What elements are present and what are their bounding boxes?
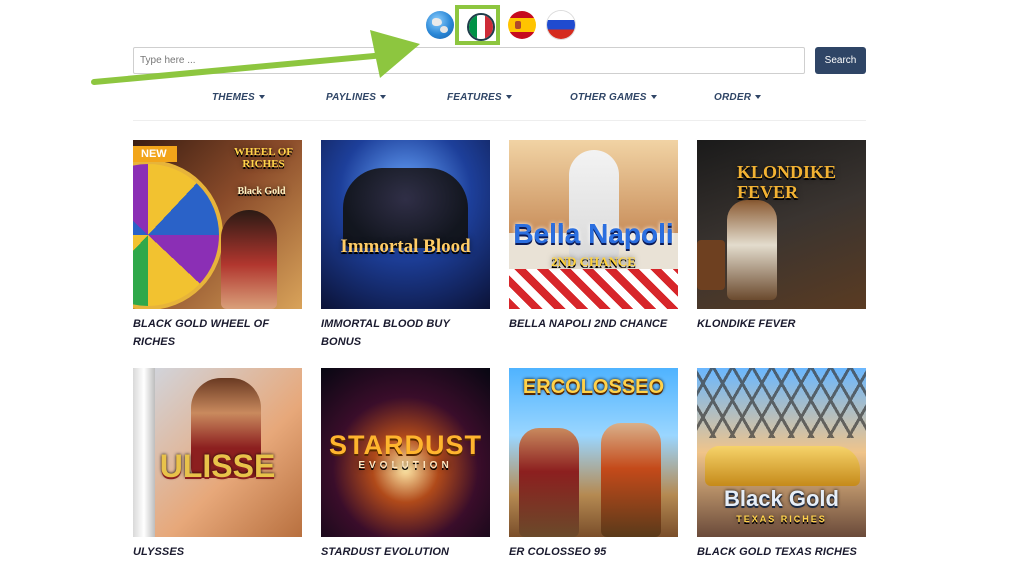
menu-label: PAYLINES <box>326 92 377 103</box>
caret-down-icon <box>380 95 387 100</box>
menu-label: OTHER GAMES <box>570 92 647 103</box>
game-thumbnail[interactable]: ERCOLOSSEO <box>509 368 678 537</box>
caret-down-icon <box>755 95 762 100</box>
game-thumbnail[interactable]: Black Gold TEXAS RICHES <box>697 368 866 537</box>
menu-label: FEATURES <box>447 92 502 103</box>
game-card[interactable]: Immortal Blood IMMORTAL BLOOD BUY BONUS <box>321 140 490 351</box>
game-card[interactable]: NEW WHEEL OF RICHES Black Gold BLACK GOL… <box>133 140 302 351</box>
menu-label: ORDER <box>714 92 752 103</box>
caret-down-icon <box>505 95 512 100</box>
game-art-title: ULISSE <box>159 448 276 484</box>
divider <box>133 120 866 121</box>
menu-other-games[interactable]: OTHER GAMES <box>570 92 657 103</box>
game-thumbnail[interactable]: NEW WHEEL OF RICHES Black Gold <box>133 140 302 309</box>
game-card[interactable]: ERCOLOSSEO ER COLOSSEO 95 <box>509 368 678 561</box>
new-badge: NEW <box>133 146 177 162</box>
game-title[interactable]: STARDUST EVOLUTION <box>321 543 490 561</box>
menu-themes[interactable]: THEMES <box>212 92 265 103</box>
game-title[interactable]: ER COLOSSEO 95 <box>509 543 678 561</box>
game-thumbnail[interactable]: ULISSE <box>133 368 302 537</box>
game-title[interactable]: BELLA NAPOLI 2ND CHANCE <box>509 315 678 333</box>
italian-flag-icon[interactable] <box>467 13 495 41</box>
search-input[interactable] <box>133 47 805 74</box>
game-thumbnail[interactable]: KLONDIKE FEVER <box>697 140 866 309</box>
caret-down-icon <box>258 95 265 100</box>
game-art-title: ERCOLOSSEO <box>522 376 665 398</box>
game-art-title: KLONDIKE FEVER <box>737 162 837 202</box>
filter-menu: THEMES PAYLINES FEATURES OTHER GAMES ORD… <box>0 92 1024 106</box>
russian-flag-icon[interactable] <box>547 11 575 39</box>
game-thumbnail[interactable]: STARDUST EVOLUTION <box>321 368 490 537</box>
game-art-title: STARDUST <box>329 430 482 460</box>
caret-down-icon <box>650 95 657 100</box>
game-title[interactable]: IMMORTAL BLOOD BUY BONUS <box>321 315 490 351</box>
menu-label: THEMES <box>212 92 255 103</box>
game-card[interactable]: Black Gold TEXAS RICHES BLACK GOLD TEXAS… <box>697 368 866 561</box>
spanish-flag-icon[interactable] <box>508 11 536 39</box>
game-title[interactable]: BLACK GOLD TEXAS RICHES <box>697 543 866 561</box>
game-title[interactable]: BLACK GOLD WHEEL OF RICHES <box>133 315 302 351</box>
game-title[interactable]: ULYSSES <box>133 543 302 561</box>
game-thumbnail[interactable]: Bella Napoli 2ND CHANCE <box>509 140 678 309</box>
game-art-title: Black Gold <box>724 486 839 511</box>
game-art-title: Bella Napoli <box>513 218 674 249</box>
game-art-subtitle: Black Gold <box>237 186 286 197</box>
menu-features[interactable]: FEATURES <box>447 92 512 103</box>
game-art-title: Immortal Blood <box>340 236 471 257</box>
game-title[interactable]: KLONDIKE FEVER <box>697 315 866 333</box>
game-card[interactable]: Bella Napoli 2ND CHANCE BELLA NAPOLI 2ND… <box>509 140 678 333</box>
game-thumbnail[interactable]: Immortal Blood <box>321 140 490 309</box>
game-art-subtitle: EVOLUTION <box>358 460 453 471</box>
game-card[interactable]: ULISSE ULYSSES <box>133 368 302 561</box>
globe-icon[interactable] <box>426 11 454 39</box>
language-selector <box>0 5 1024 45</box>
menu-order[interactable]: ORDER <box>714 92 762 103</box>
game-art-subtitle: 2ND CHANCE <box>551 254 636 269</box>
selected-language-highlight <box>455 5 500 45</box>
game-card[interactable]: STARDUST EVOLUTION STARDUST EVOLUTION <box>321 368 490 561</box>
game-card[interactable]: KLONDIKE FEVER KLONDIKE FEVER <box>697 140 866 333</box>
menu-paylines[interactable]: PAYLINES <box>326 92 387 103</box>
game-art-title: WHEEL OF RICHES <box>234 146 293 170</box>
game-art-subtitle: TEXAS RICHES <box>736 514 827 524</box>
search-button[interactable]: Search <box>815 47 866 74</box>
